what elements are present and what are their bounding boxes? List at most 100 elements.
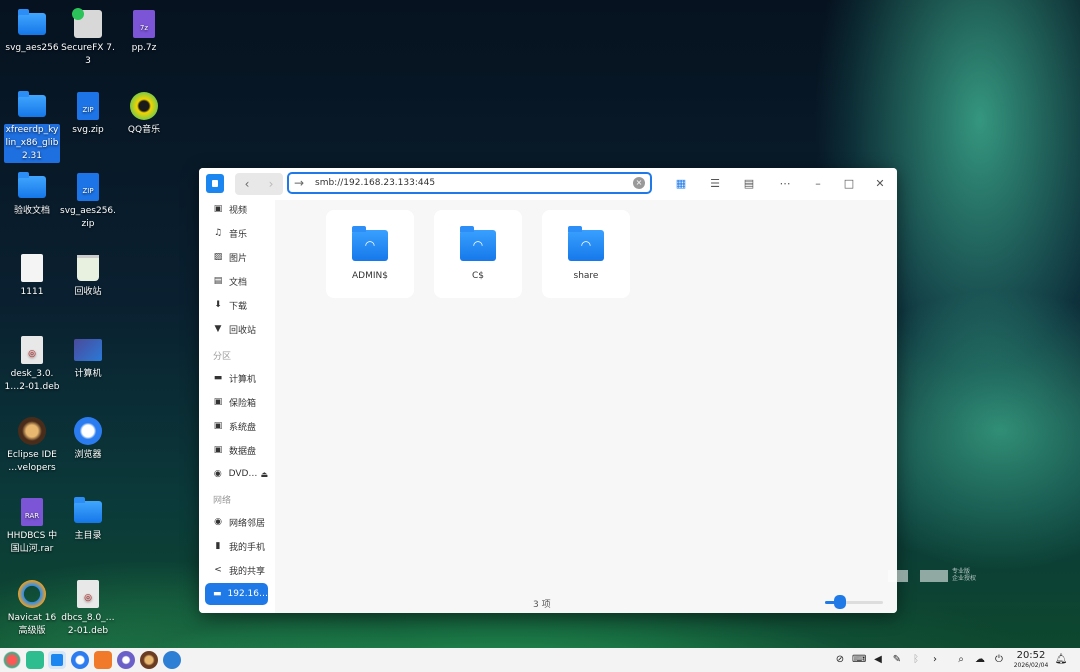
taskbar-eclipse-icon[interactable] bbox=[140, 651, 158, 669]
desktop-icon[interactable]: Eclipse IDE …velopers bbox=[4, 417, 60, 475]
address-bar[interactable]: → smb://192.168.23.133:445 × bbox=[287, 172, 652, 194]
sidebar-item[interactable]: ▣ 视频 bbox=[205, 198, 268, 220]
tray-status-icon[interactable]: ⊘ bbox=[833, 653, 847, 667]
desktop-icon[interactable]: ◎ dbcs_8.0_…2-01.deb bbox=[60, 580, 116, 638]
archive-7z-icon: 7z bbox=[130, 10, 158, 38]
network-status-icon[interactable]: ☁ bbox=[973, 653, 987, 667]
sidebar-item[interactable]: ▣ 保险箱 bbox=[205, 391, 268, 413]
desktop-icon[interactable]: Navicat 16 高级版 bbox=[4, 580, 60, 638]
sidebar-item[interactable]: ▣ 数据盘 bbox=[205, 439, 268, 461]
desktop-icon[interactable]: SecureFX 7.3 bbox=[60, 8, 116, 68]
sidebar-item[interactable]: ▬ 计算机 bbox=[205, 367, 268, 389]
download-icon: ⬇ bbox=[214, 300, 222, 310]
desktop-icon[interactable]: ZIP svg.zip bbox=[60, 92, 116, 137]
desktop-icon[interactable]: RAR HHDBCS 中国山河.rar bbox=[4, 498, 60, 556]
zip-icon: ZIP bbox=[74, 92, 102, 120]
desktop-icon[interactable]: 验收文档 bbox=[4, 172, 60, 218]
taskbar-browser-icon[interactable] bbox=[71, 651, 89, 669]
navigation-buttons: ‹ › bbox=[235, 173, 283, 195]
desktop-icon[interactable]: 1111 bbox=[4, 254, 60, 299]
sidebar-item[interactable]: ◉ DVD… ⏏ bbox=[205, 463, 268, 485]
sidebar-item[interactable]: ▬ 192.16… bbox=[205, 583, 268, 605]
pen-icon[interactable]: ✎ bbox=[890, 653, 904, 667]
file-tile[interactable]: ◠ ADMIN$ bbox=[326, 210, 414, 298]
trash-icon bbox=[74, 254, 102, 282]
desktop-icon[interactable]: svg_aes256 bbox=[4, 9, 60, 55]
clock[interactable]: 20:52 2026/02/04 bbox=[1012, 650, 1050, 670]
taskbar-file-manager-icon[interactable] bbox=[48, 651, 66, 669]
sidebar-item[interactable]: ▣ 系统盘 bbox=[205, 415, 268, 437]
multitask-view-icon[interactable] bbox=[26, 651, 44, 669]
desktop-icon[interactable]: 7z pp.7z bbox=[116, 10, 172, 55]
sidebar-item[interactable]: ♫ 音乐 bbox=[205, 222, 268, 244]
desktop-icon[interactable]: 主目录 bbox=[60, 497, 116, 543]
maximize-button[interactable]: □ bbox=[841, 176, 857, 192]
desktop-icon-label: SecureFX 7.3 bbox=[61, 43, 115, 66]
sidebar-item[interactable]: ▨ 图片 bbox=[205, 246, 268, 268]
eject-icon[interactable]: ⏏ bbox=[260, 470, 268, 479]
notification-bell-icon[interactable]: 🔔︎ bbox=[1054, 653, 1068, 667]
deb-package-icon: ◎ bbox=[74, 580, 102, 608]
search-icon[interactable]: ⌕ bbox=[954, 653, 968, 667]
back-button[interactable]: ‹ bbox=[235, 173, 259, 195]
expand-tray-icon[interactable]: › bbox=[928, 653, 942, 667]
desktop-icon[interactable]: ◎ desk_3.0.1…2-01.deb bbox=[4, 336, 60, 394]
clock-date: 2026/02/04 bbox=[1013, 662, 1049, 669]
desktop-icon-label: 计算机 bbox=[74, 369, 102, 379]
sidebar-item[interactable]: ▼ 回收站 bbox=[205, 318, 268, 340]
start-menu-icon[interactable] bbox=[3, 651, 21, 669]
picture-icon: ▨ bbox=[213, 252, 223, 262]
power-icon[interactable]: ⏻ bbox=[992, 653, 1006, 667]
more-options-button[interactable]: ⋯ bbox=[777, 176, 793, 192]
dvd-icon: ◉ bbox=[213, 469, 222, 479]
sidebar-item-label: 我的手机 bbox=[229, 542, 266, 553]
taskbar-settings-icon[interactable] bbox=[117, 651, 135, 669]
desktop-icon[interactable]: 计算机 bbox=[60, 336, 116, 381]
desktop-icon[interactable]: ZIP svg_aes256.zip bbox=[60, 173, 116, 231]
file-tile[interactable]: ◠ C$ bbox=[434, 210, 522, 298]
file-name: C$ bbox=[471, 271, 484, 281]
file-manager-window: ‹ › → smb://192.168.23.133:445 × ▦ ☰ ▤ ⋯… bbox=[199, 168, 897, 613]
desktop-icon-label: desk_3.0.1…2-01.deb bbox=[4, 369, 60, 392]
taskbar: ⊘ ⌨ ◀ ✎ ᛒ › ⌕ ☁ ⏻ 20:52 2026/02/04 🔔︎ bbox=[0, 648, 1080, 672]
sidebar-item[interactable]: ▤ 文档 bbox=[205, 270, 268, 292]
sidebar-item-label: 网络邻居 bbox=[229, 518, 266, 529]
network-share-folder-icon: ◠ bbox=[568, 226, 604, 261]
sidebar-item[interactable]: ⬇ 下载 bbox=[205, 294, 268, 316]
clock-time: 20:52 bbox=[1016, 650, 1046, 661]
desktop-icon[interactable]: 回收站 bbox=[60, 254, 116, 299]
icon-view-button[interactable]: ▦ bbox=[673, 176, 689, 192]
close-button[interactable]: ✕ bbox=[872, 176, 888, 192]
sidebar-item[interactable]: ▮ 我的手机 bbox=[205, 535, 268, 557]
list-view-button[interactable]: ☰ bbox=[707, 176, 723, 192]
clear-address-button[interactable]: × bbox=[633, 177, 645, 189]
taskbar-microphone-icon[interactable] bbox=[163, 651, 181, 669]
desktop-icon[interactable]: 浏览器 bbox=[60, 417, 116, 462]
folder-icon bbox=[18, 172, 46, 201]
zoom-slider-handle[interactable] bbox=[834, 595, 846, 609]
minimize-button[interactable]: – bbox=[810, 176, 826, 192]
smb-folder-icon: ▬ bbox=[213, 589, 222, 599]
sidebar-item[interactable]: ◉ 网络邻居 bbox=[205, 511, 268, 533]
volume-icon[interactable]: ◀ bbox=[871, 653, 885, 667]
sidebar-item-label: 视频 bbox=[229, 205, 248, 216]
desktop-icon[interactable]: xfreerdp_kylin_x86_glib2.31 bbox=[4, 91, 60, 163]
desktop-icon-label: svg.zip bbox=[72, 125, 104, 135]
forward-button[interactable]: › bbox=[259, 173, 283, 195]
desktop-icon-label: 1111 bbox=[20, 287, 44, 297]
disk-icon: ▣ bbox=[213, 421, 223, 431]
detail-view-button[interactable]: ▤ bbox=[741, 176, 757, 192]
sidebar-item[interactable]: < 我的共享 bbox=[205, 559, 268, 581]
desktop-icon-label: pp.7z bbox=[131, 43, 157, 53]
securefx-icon bbox=[72, 8, 102, 38]
desktop-icon-label: dbcs_8.0_…2-01.deb bbox=[61, 613, 115, 636]
desktop-icon-label: svg_aes256.zip bbox=[60, 206, 117, 229]
bluetooth-icon[interactable]: ᛒ bbox=[909, 653, 923, 667]
taskbar-app-store-icon[interactable] bbox=[94, 651, 112, 669]
file-tile[interactable]: ◠ share bbox=[542, 210, 630, 298]
sidebar-item-label: 保险箱 bbox=[229, 398, 257, 409]
desktop-icon[interactable]: QQ音乐 bbox=[116, 92, 172, 137]
sidebar-group-header: 网络 bbox=[213, 496, 232, 506]
keyboard-icon[interactable]: ⌨ bbox=[852, 653, 866, 667]
address-input[interactable]: smb://192.168.23.133:445 bbox=[309, 178, 633, 188]
